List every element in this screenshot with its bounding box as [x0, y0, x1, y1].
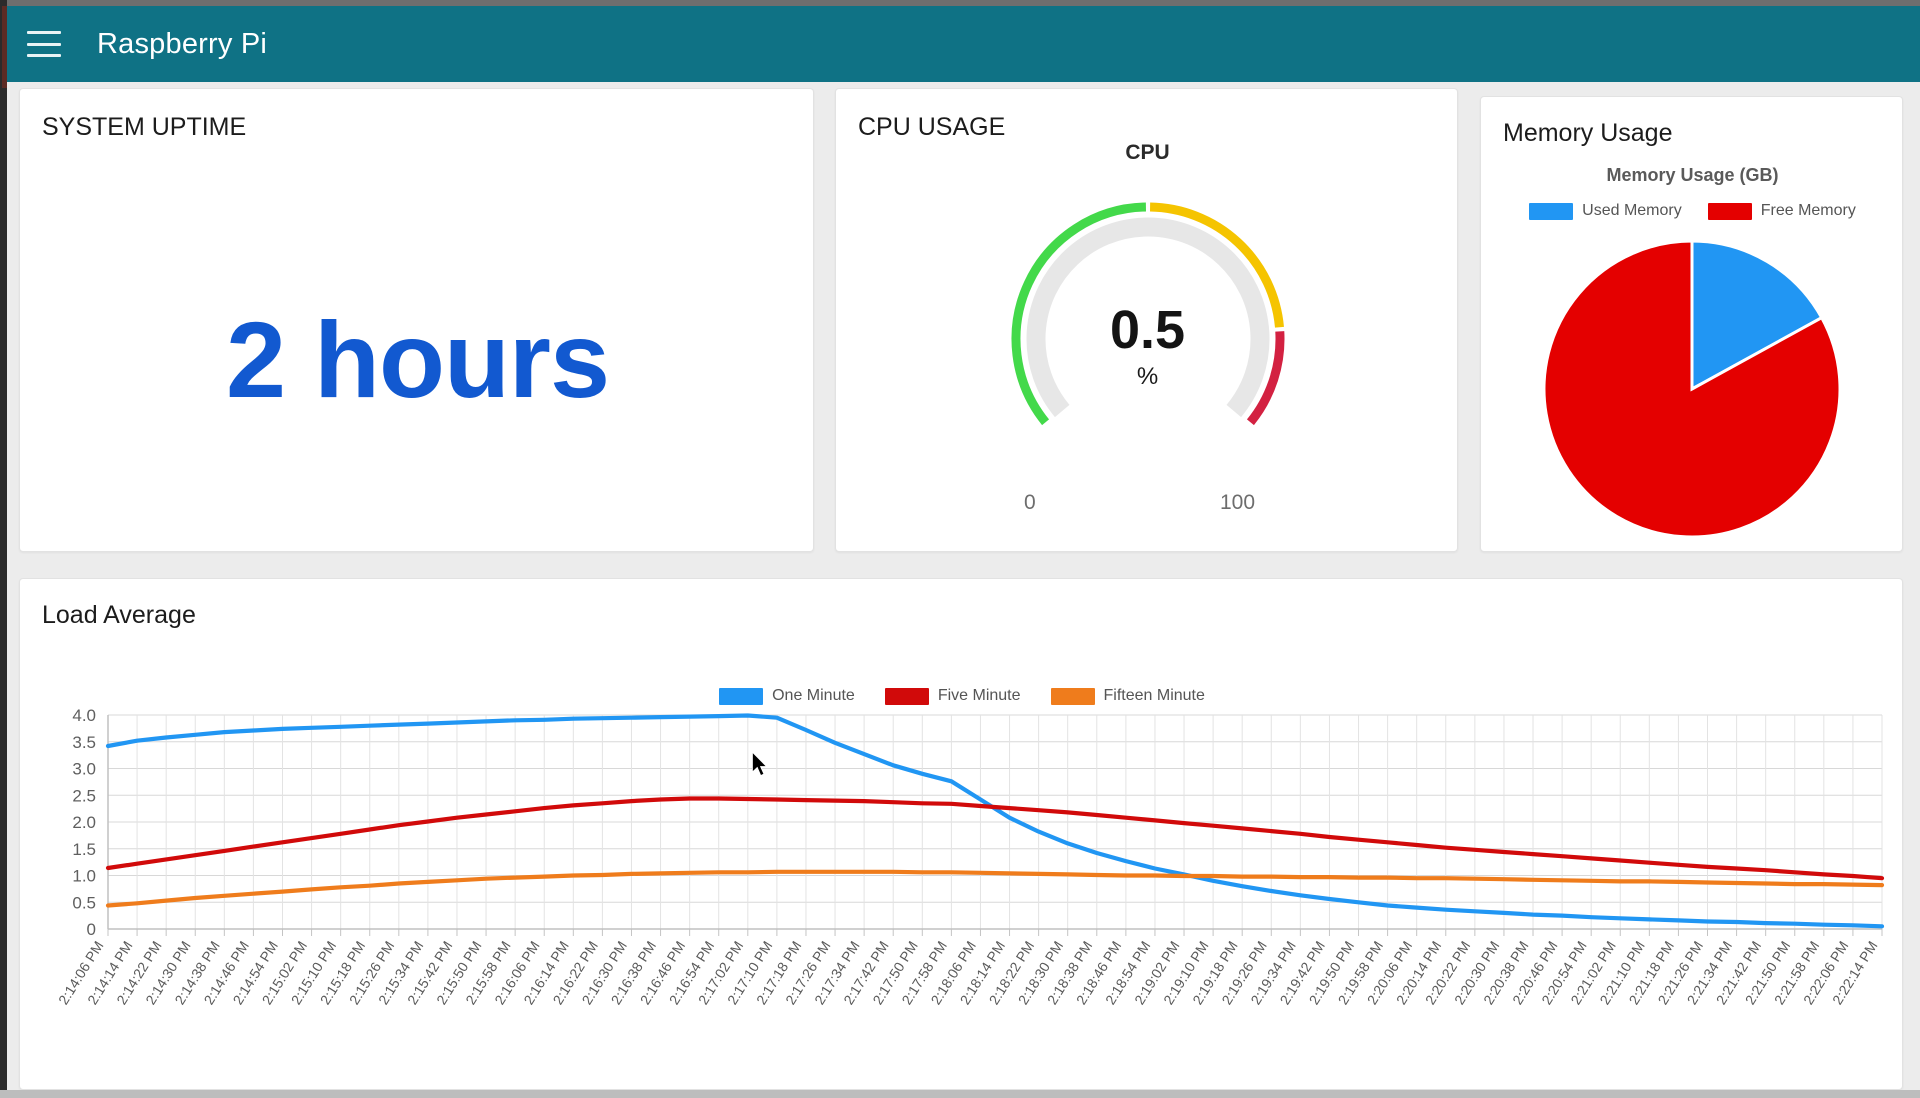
- svg-text:0.5: 0.5: [72, 893, 96, 912]
- cpu-gauge-label: CPU: [1125, 141, 1170, 164]
- svg-text:1.5: 1.5: [72, 840, 96, 859]
- window-bottom-strip: [0, 1090, 1920, 1098]
- legend-swatch: [1529, 202, 1574, 220]
- system-uptime-title: SYSTEM UPTIME: [42, 113, 247, 141]
- load-average-legend: One Minute Five Minute Fifteen Minute: [20, 687, 1904, 705]
- svg-text:1.0: 1.0: [72, 867, 96, 886]
- app-header: Raspberry Pi: [7, 6, 1920, 82]
- cpu-gauge-unit: %: [1136, 363, 1159, 390]
- svg-text:3.5: 3.5: [72, 733, 96, 752]
- app-root: Raspberry Pi SYSTEM UPTIME 2 hours CPU U…: [0, 0, 1920, 1098]
- hamburger-bar: [27, 54, 61, 57]
- legend-label: Fifteen Minute: [1103, 687, 1205, 704]
- cpu-gauge: CPU 0.5 % 0 100: [836, 141, 1459, 541]
- memory-usage-card: Memory Usage Memory Usage (GB) Used Memo…: [1480, 96, 1903, 552]
- load-legend-item[interactable]: Five Minute: [884, 687, 1021, 705]
- hamburger-bar: [27, 31, 61, 34]
- cpu-gauge-value: 0.5: [1109, 300, 1186, 360]
- cpu-gauge-max-label: 100: [1220, 491, 1256, 514]
- svg-text:2.0: 2.0: [72, 813, 96, 832]
- system-uptime-value: 2 hours: [225, 299, 610, 420]
- memory-usage-title: Memory Usage: [1503, 119, 1673, 147]
- load-average-chart-area: 0 0.5 1.0 1.5 2.0 2.5 3.0 3.5 4.0 2:14:06 PM 2:14:…: [20, 706, 1904, 1087]
- legend-label: Free Memory: [1760, 202, 1856, 219]
- svg-text:0: 0: [87, 920, 96, 939]
- memory-legend-item[interactable]: Free Memory: [1707, 202, 1856, 220]
- svg-text:4.0: 4.0: [72, 707, 96, 725]
- legend-label: One Minute: [772, 687, 855, 704]
- memory-legend-item[interactable]: Used Memory: [1529, 202, 1682, 220]
- load-average-card: Load Average One Minute Five Minute Fiftee…: [19, 578, 1903, 1090]
- cpu-usage-title: CPU USAGE: [858, 113, 1006, 141]
- svg-text:3.0: 3.0: [72, 760, 96, 779]
- cpu-usage-card: CPU USAGE CPU 0.5 % 0 100: [835, 88, 1458, 552]
- app-title: Raspberry Pi: [97, 27, 268, 60]
- system-uptime-card: SYSTEM UPTIME 2 hours: [19, 88, 814, 552]
- legend-swatch: [884, 687, 929, 705]
- legend-swatch: [1050, 687, 1095, 705]
- window-left-strip: [0, 0, 7, 1098]
- hamburger-bar: [27, 42, 61, 46]
- memory-chart-subtitle: Memory Usage (GB): [1606, 165, 1779, 185]
- cpu-gauge-min-label: 0: [1024, 491, 1036, 514]
- legend-label: Five Minute: [937, 687, 1021, 704]
- dashboard-top-row: SYSTEM UPTIME 2 hours CPU USAGE CPU 0.5 …: [19, 88, 1903, 565]
- load-average-title: Load Average: [42, 601, 196, 629]
- legend-swatch: [1707, 202, 1752, 220]
- load-average-line-chart: 00.51.01.52.02.53.03.54.02:14:06 PM2:14:…: [55, 706, 1885, 1007]
- svg-text:2.5: 2.5: [72, 786, 96, 805]
- memory-chart-legend: Used Memory Free Memory: [1481, 202, 1904, 220]
- legend-swatch: [719, 687, 764, 705]
- load-legend-item[interactable]: One Minute: [719, 687, 855, 705]
- hamburger-icon[interactable]: [27, 31, 61, 57]
- load-legend-item[interactable]: Fifteen Minute: [1050, 687, 1205, 705]
- memory-pie-chart: [1542, 239, 1841, 539]
- legend-label: Used Memory: [1582, 202, 1682, 219]
